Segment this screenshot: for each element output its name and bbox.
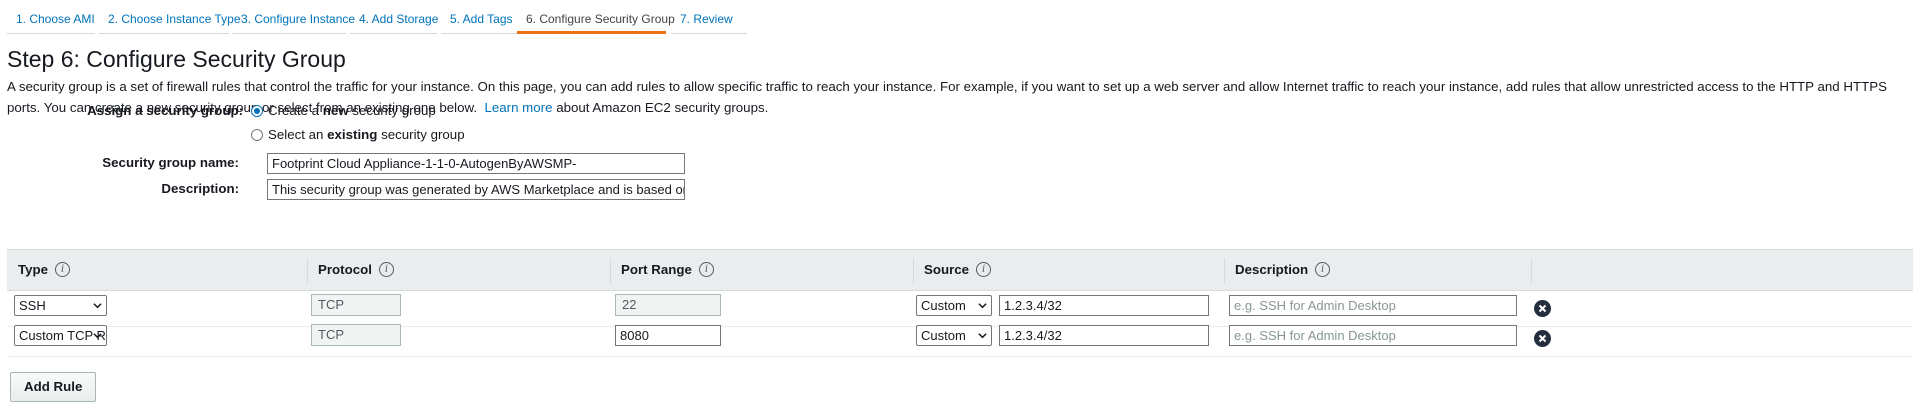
type-select[interactable]: SSH [14, 295, 107, 316]
protocol-field: TCP [311, 294, 401, 316]
learn-more-link[interactable]: Learn more [484, 100, 552, 115]
chevron-down-icon [93, 303, 102, 309]
tab-add-storage[interactable]: 4. Add Storage [350, 2, 439, 34]
rule-description-input[interactable]: e.g. SSH for Admin Desktop [1229, 295, 1517, 316]
add-rule-button[interactable]: Add Rule [10, 372, 97, 402]
column-header-source: Source i [913, 250, 1223, 290]
radio-create-new-group[interactable]: Create a new security group [251, 103, 436, 118]
tab-label: 6. Configure Security Group [526, 12, 675, 26]
page-title: Step 6: Configure Security Group [7, 46, 346, 72]
column-header-description: Description i [1224, 250, 1524, 290]
source-cidr-input[interactable]: 1.2.3.4/32 [999, 295, 1209, 316]
remove-rule-button[interactable] [1534, 330, 1551, 347]
remove-rule-button[interactable] [1534, 300, 1551, 317]
column-header-protocol: Protocol i [307, 250, 610, 290]
tab-label: 7. Review [680, 12, 733, 26]
source-select[interactable]: Custom [916, 325, 992, 346]
tab-add-tags[interactable]: 5. Add Tags [441, 2, 520, 34]
tab-review[interactable]: 7. Review [671, 2, 747, 34]
tab-label: 3. Configure Instance [241, 12, 356, 26]
tab-label: 1. Choose AMI [16, 12, 95, 26]
chevron-down-icon [978, 333, 987, 339]
rules-table-header: Type i Protocol i Port Range i Source i Desc… [7, 249, 1913, 291]
chevron-down-icon [978, 303, 987, 309]
chevron-down-icon [93, 333, 102, 339]
source-cidr-input[interactable]: 1.2.3.4/32 [999, 325, 1209, 346]
column-divider [1531, 258, 1532, 284]
port-range-input[interactable]: 8080 [615, 325, 721, 346]
column-header-port-range: Port Range i [610, 250, 913, 290]
description-label: Description: [161, 181, 239, 196]
info-icon[interactable]: i [698, 261, 714, 277]
radio-button-new[interactable] [251, 104, 263, 117]
assign-security-group-label: Assign a security group: [87, 103, 243, 118]
remove-circle-icon [1538, 334, 1547, 343]
remove-circle-icon [1538, 304, 1547, 313]
tab-configure-instance[interactable]: 3. Configure Instance [232, 2, 355, 34]
rule-description-input[interactable]: e.g. SSH for Admin Desktop [1229, 325, 1517, 346]
column-header-type: Type i [7, 250, 307, 290]
radio-button-existing[interactable] [251, 128, 263, 141]
intro-suffix: about Amazon EC2 security groups. [556, 100, 769, 115]
security-group-name-input[interactable]: Footprint Cloud Appliance-1-1-0-AutogenB… [267, 153, 685, 174]
security-group-name-label: Security group name: [102, 155, 239, 170]
type-select[interactable]: Custom TCP R [14, 325, 107, 346]
source-select[interactable]: Custom [916, 295, 992, 316]
port-range-field: 22 [615, 294, 721, 316]
tab-choose-instance-type[interactable]: 2. Choose Instance Type [99, 2, 241, 34]
description-input[interactable]: This security group was generated by AWS… [267, 179, 685, 200]
info-icon[interactable]: i [1315, 261, 1331, 277]
radio-select-existing-group[interactable]: Select an existing security group [251, 127, 465, 142]
info-icon[interactable]: i [976, 261, 992, 277]
protocol-field: TCP [311, 324, 401, 346]
info-icon[interactable]: i [55, 261, 71, 277]
tab-label: 5. Add Tags [450, 12, 513, 26]
table-row: Custom TCP R TCP 8080 Custom 1.2.3.4/32 … [7, 321, 1913, 357]
tab-label: 2. Choose Instance Type [108, 12, 241, 26]
radio-label: Select an existing security group [268, 127, 465, 142]
tab-label: 4. Add Storage [359, 12, 439, 26]
tab-choose-ami[interactable]: 1. Choose AMI [7, 2, 95, 34]
tab-configure-security-group[interactable]: 6. Configure Security Group [517, 2, 675, 34]
radio-label: Create a new security group [268, 103, 436, 118]
info-icon[interactable]: i [378, 261, 394, 277]
